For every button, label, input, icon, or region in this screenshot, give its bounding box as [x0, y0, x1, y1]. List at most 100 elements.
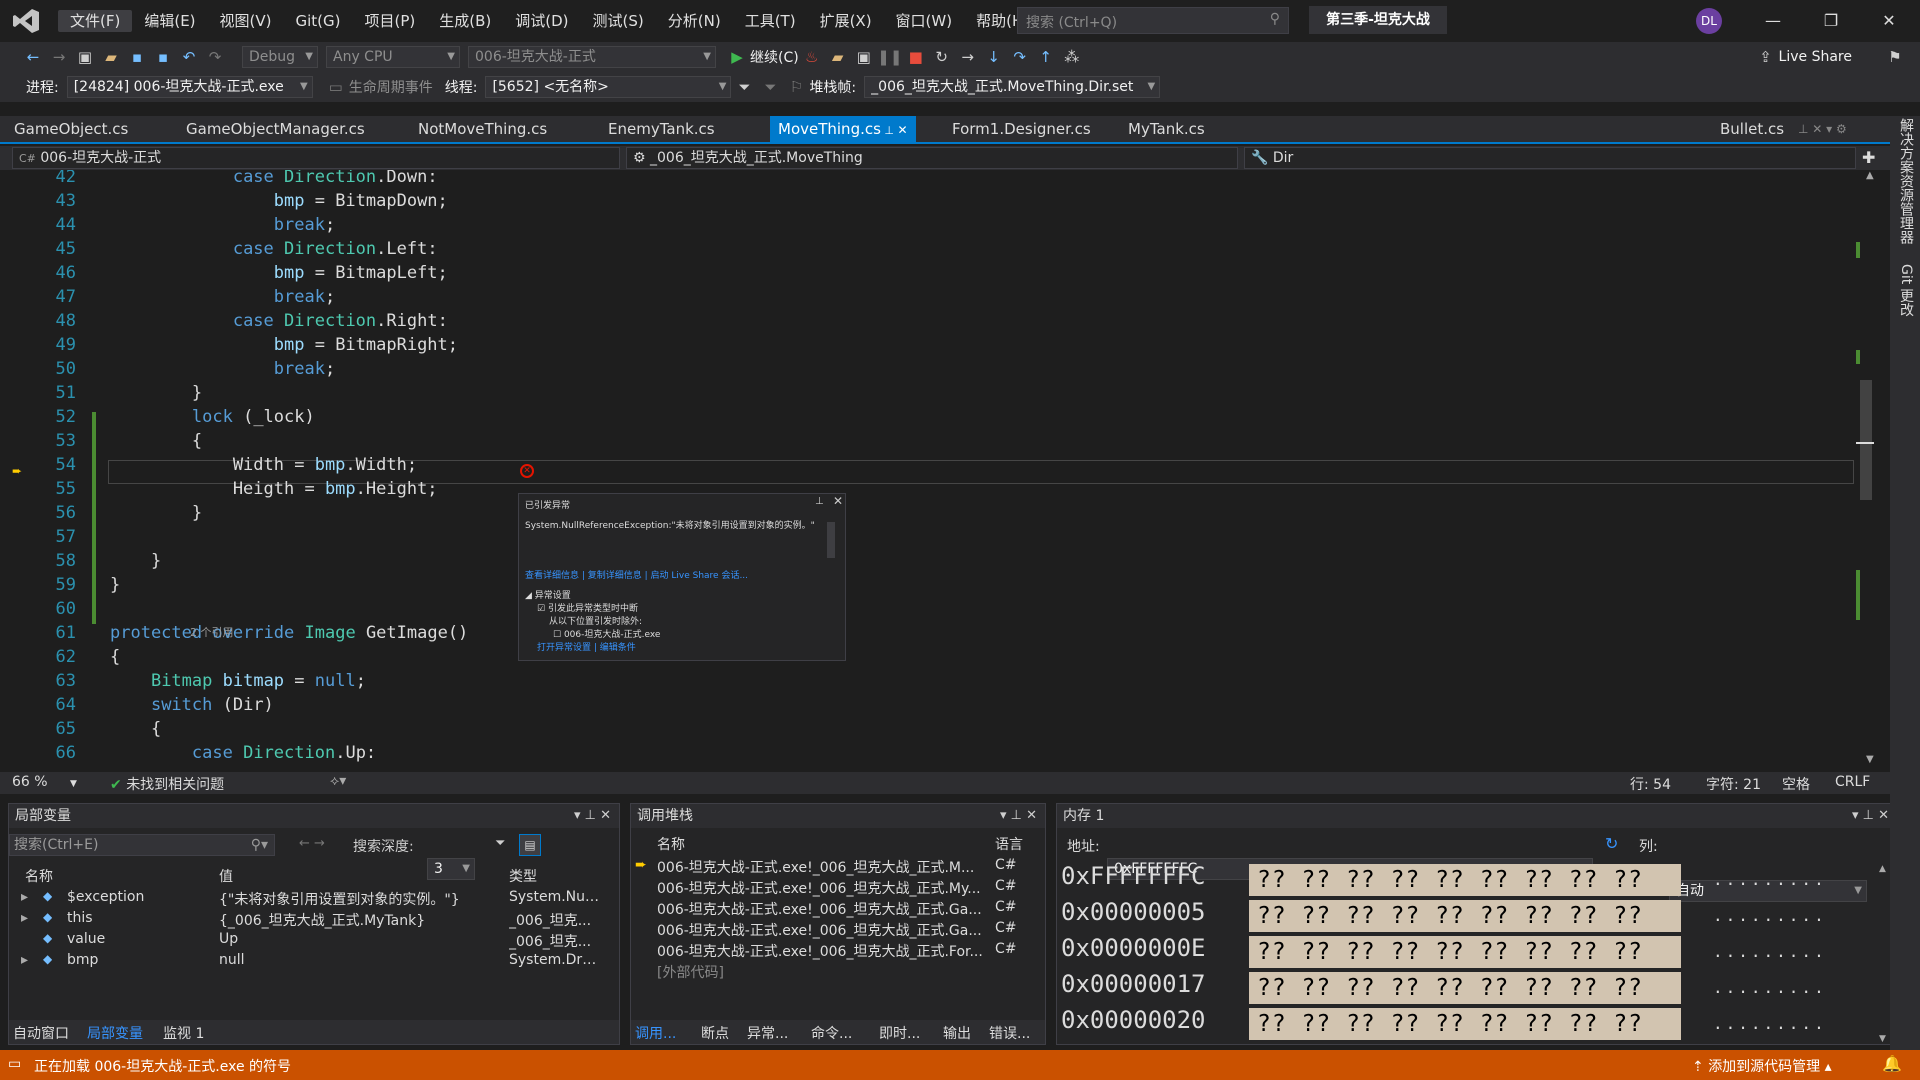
- memory-bytes[interactable]: ?? ?? ?? ?? ?? ?? ?? ?? ??: [1249, 900, 1681, 932]
- editor-scrollbar[interactable]: ▲ ▼: [1856, 170, 1890, 770]
- close-window-button[interactable]: ✕: [1866, 0, 1912, 42]
- pin-icon[interactable]: ⊥: [815, 496, 824, 507]
- step-out-icon[interactable]: ↑: [1033, 45, 1059, 69]
- filter-clear-icon[interactable]: ⏷: [757, 75, 783, 99]
- stackframe-dropdown[interactable]: _006_坦克大战_正式.MoveThing.Dir.set ▼: [864, 76, 1161, 98]
- locals-value[interactable]: {_006_坦克大战_正式.MyTank}: [219, 910, 503, 930]
- code-line[interactable]: protected override Image GetImage(): [110, 623, 468, 643]
- code-line[interactable]: case Direction.Down:: [110, 170, 438, 187]
- save-all-icon[interactable]: ▪: [150, 45, 176, 69]
- live-share-icon[interactable]: ⇪: [1753, 45, 1779, 69]
- exception-links[interactable]: 查看详细信息 | 复制详细信息 | 启动 Live Share 会话...: [525, 568, 748, 581]
- locals-tab[interactable]: 自动窗口: [13, 1023, 69, 1043]
- minimize-button[interactable]: —: [1750, 0, 1796, 42]
- callstack-row[interactable]: 006-坦克大战-正式.exe!_006_坦克大战_正式.My... C#: [631, 877, 1031, 898]
- locals-search-input[interactable]: 搜索(Ctrl+E) ⚲▾: [9, 834, 275, 856]
- exception-close-icon[interactable]: ✕: [833, 494, 843, 508]
- add-source-control-button[interactable]: ⇡ 添加到源代码管理 ▴: [1692, 1056, 1832, 1076]
- code-lines[interactable]: case Direction.Down: bmp = BitmapDown; b…: [110, 170, 1850, 770]
- continue-button[interactable]: 继续(C): [750, 47, 799, 67]
- memory-ascii[interactable]: .........: [1713, 942, 1827, 961]
- menu-item[interactable]: 文件(F): [58, 10, 133, 32]
- process-dropdown[interactable]: [24824] 006-坦克大战-正式.exe ▼: [66, 76, 313, 98]
- flag-threads-icon[interactable]: ⚐: [783, 75, 809, 99]
- code-line[interactable]: lock (_lock): [110, 407, 315, 427]
- tab-controls[interactable]: ⊥ ✕ ▾ ⚙: [1790, 116, 1855, 142]
- whitespace-indicator[interactable]: 空格: [1782, 774, 1810, 794]
- memory-bytes[interactable]: ?? ?? ?? ?? ?? ?? ?? ?? ??: [1249, 936, 1681, 968]
- char-indicator[interactable]: 字符: 21: [1706, 774, 1761, 794]
- callstack-tab[interactable]: 输出: [943, 1023, 971, 1043]
- menu-item[interactable]: 分析(N): [656, 10, 733, 32]
- code-line[interactable]: case Direction.Right:: [110, 311, 448, 331]
- memory-window-controls[interactable]: ▾ ⊥ ✕: [1852, 808, 1889, 823]
- code-line[interactable]: bmp = BitmapRight;: [110, 335, 458, 355]
- step-over-icon[interactable]: ↷: [1007, 45, 1033, 69]
- code-line[interactable]: switch (Dir): [110, 695, 274, 715]
- callstack-row[interactable]: 006-坦克大战-正式.exe!_006_坦克大战_正式.Ga... C#: [631, 919, 1031, 940]
- callstack-tab[interactable]: 错误...: [989, 1023, 1030, 1043]
- doc-tab[interactable]: MyTank.cs: [1120, 116, 1213, 142]
- lifecycle-dropdown[interactable]: 生命周期事件: [349, 77, 433, 97]
- code-line[interactable]: Heigth = bmp.Height;: [110, 479, 438, 499]
- locals-value[interactable]: null: [219, 952, 503, 968]
- avatar[interactable]: DL: [1696, 8, 1722, 34]
- callstack-tab[interactable]: 即时...: [879, 1023, 920, 1043]
- tab-close-icon[interactable]: ✕: [898, 123, 908, 137]
- doc-tab[interactable]: NotMoveThing.cs: [410, 116, 555, 142]
- doc-tab[interactable]: Form1.Designer.cs: [944, 116, 1099, 142]
- project-dropdown[interactable]: C# 006-坦克大战-正式: [12, 147, 620, 169]
- codelens[interactable]: 2 个引用: [190, 624, 234, 640]
- doc-tab[interactable]: GameObject.cs: [6, 116, 136, 142]
- code-line[interactable]: bmp = BitmapDown;: [110, 191, 448, 211]
- locals-row[interactable]: ◆ value Up _006_坦克...: [9, 930, 605, 951]
- callstack-window-controls[interactable]: ▾ ⊥ ✕: [1000, 808, 1037, 823]
- menu-item[interactable]: 测试(S): [581, 10, 656, 32]
- stop-icon[interactable]: ■: [903, 45, 929, 69]
- memory-bytes[interactable]: ?? ?? ?? ?? ?? ?? ?? ?? ??: [1249, 1008, 1681, 1040]
- open-file-icon[interactable]: ▰: [98, 45, 124, 69]
- live-share-button[interactable]: Live Share: [1779, 49, 1852, 65]
- platform-dropdown[interactable]: Any CPU ▼: [326, 46, 460, 68]
- view-icon[interactable]: ▤: [519, 834, 541, 856]
- locals-nav-arrows[interactable]: ← →: [299, 836, 325, 851]
- notification-bell-icon[interactable]: 🔔: [1882, 1054, 1902, 1073]
- doc-tab[interactable]: GameObjectManager.cs: [178, 116, 373, 142]
- callstack-row[interactable]: 006-坦克大战-正式.exe!_006_坦克大战_正式.Ga... C#: [631, 898, 1031, 919]
- play-icon[interactable]: ▶: [724, 45, 750, 69]
- menu-item[interactable]: 项目(P): [353, 10, 428, 32]
- search-depth-dropdown[interactable]: 3 ▼: [427, 858, 475, 880]
- locals-row[interactable]: ▸ ◆ $exception {"未将对象引用设置到对象的实例。"} System.Nu…: [9, 888, 605, 909]
- doc-tab[interactable]: MoveThing.cs ⊥ ✕: [770, 116, 916, 142]
- code-line[interactable]: break;: [110, 215, 335, 235]
- exception-settings-header[interactable]: ◢ 异常设置: [525, 588, 571, 601]
- memory-ascii[interactable]: .........: [1713, 1014, 1827, 1033]
- show-next-statement-icon[interactable]: →: [955, 45, 981, 69]
- save-icon[interactable]: ▪: [124, 45, 150, 69]
- exception-scrollbar[interactable]: [827, 522, 835, 558]
- startup-project-dropdown[interactable]: 006-坦克大战-正式 ▼: [468, 46, 716, 68]
- member-dropdown[interactable]: 🔧 Dir: [1244, 147, 1856, 169]
- folder-icon[interactable]: ▰: [825, 45, 851, 69]
- git-changes-tab[interactable]: Git 更改: [1896, 264, 1916, 317]
- code-line[interactable]: {: [110, 719, 161, 739]
- code-line[interactable]: {: [110, 431, 202, 451]
- callstack-tab[interactable]: 异常...: [747, 1023, 788, 1043]
- code-line[interactable]: }: [110, 503, 202, 523]
- code-line[interactable]: bmp = BitmapLeft;: [110, 263, 448, 283]
- config-dropdown[interactable]: Debug ▼: [242, 46, 318, 68]
- eol-indicator[interactable]: CRLF: [1835, 774, 1870, 790]
- code-line[interactable]: break;: [110, 359, 335, 379]
- code-line[interactable]: case Direction.Up:: [110, 743, 376, 763]
- code-line[interactable]: }: [110, 551, 161, 571]
- filter-icon[interactable]: ⏷: [731, 75, 757, 99]
- expand-icon[interactable]: ▸: [21, 889, 28, 905]
- search-input[interactable]: 搜索 (Ctrl+Q) ⚲: [1017, 7, 1289, 34]
- exception-bottom-links[interactable]: 打开异常设置 | 编辑条件: [537, 640, 636, 653]
- new-project-icon[interactable]: ▣: [72, 45, 98, 69]
- callstack-tab[interactable]: 调用...: [635, 1023, 676, 1043]
- feedback-icon[interactable]: ⚑: [1882, 45, 1908, 69]
- code-line[interactable]: Bitmap bitmap = null;: [110, 671, 366, 691]
- locals-row[interactable]: ▸ ◆ bmp null System.Dra...: [9, 951, 605, 972]
- step-into-icon[interactable]: ↓: [981, 45, 1007, 69]
